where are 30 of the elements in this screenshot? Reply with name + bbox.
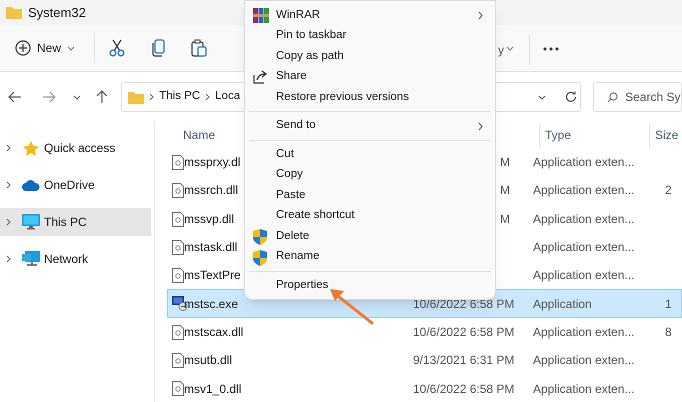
window-title: System32 — [28, 4, 86, 22]
date-cell-text: M — [500, 154, 510, 172]
file-name: mssrch.dll — [184, 182, 238, 200]
file-name: msv1_0.dll — [184, 380, 242, 398]
type-cell-text: Application exten... — [533, 380, 634, 398]
date-cell-text: 9/13/2021 6:31 PM — [413, 352, 514, 370]
date-cell-text: M — [500, 210, 510, 228]
file-name: mstscax.dll — [184, 324, 244, 341]
type-cell-text: Application exten... — [533, 267, 634, 284]
file-name: mssprxy.dl — [184, 154, 240, 172]
file-name: msTextPre — [184, 267, 241, 284]
type-cell-text: Application — [533, 296, 592, 313]
type-cell-text: Application exten... — [533, 239, 634, 256]
type-cell-text: Application exten... — [533, 154, 634, 172]
type-cell-text: Application exten... — [533, 324, 634, 341]
date-cell-text: 10/6/2022 6:58 PM — [413, 296, 514, 313]
size-cell-text: 2 — [665, 182, 672, 200]
type-cell-text: Application exten... — [533, 182, 634, 200]
file-name: mstask.dll — [184, 239, 238, 256]
type-cell-text: Application exten... — [533, 210, 634, 228]
date-cell-text: M — [500, 182, 510, 200]
file-name: mssvp.dll — [184, 210, 234, 228]
date-cell-text: 10/6/2022 6:58 PM — [413, 324, 514, 341]
file-name: msutb.dll — [184, 352, 232, 370]
size-cell-text: 8 — [665, 324, 672, 341]
size-cell-text: 1 — [665, 296, 672, 313]
file-name: mstsc.exe — [184, 296, 238, 313]
date-cell-text: 10/6/2022 6:58 PM — [413, 380, 514, 398]
toolbar-label: y — [498, 42, 504, 59]
type-cell-text: Application exten... — [533, 352, 634, 370]
